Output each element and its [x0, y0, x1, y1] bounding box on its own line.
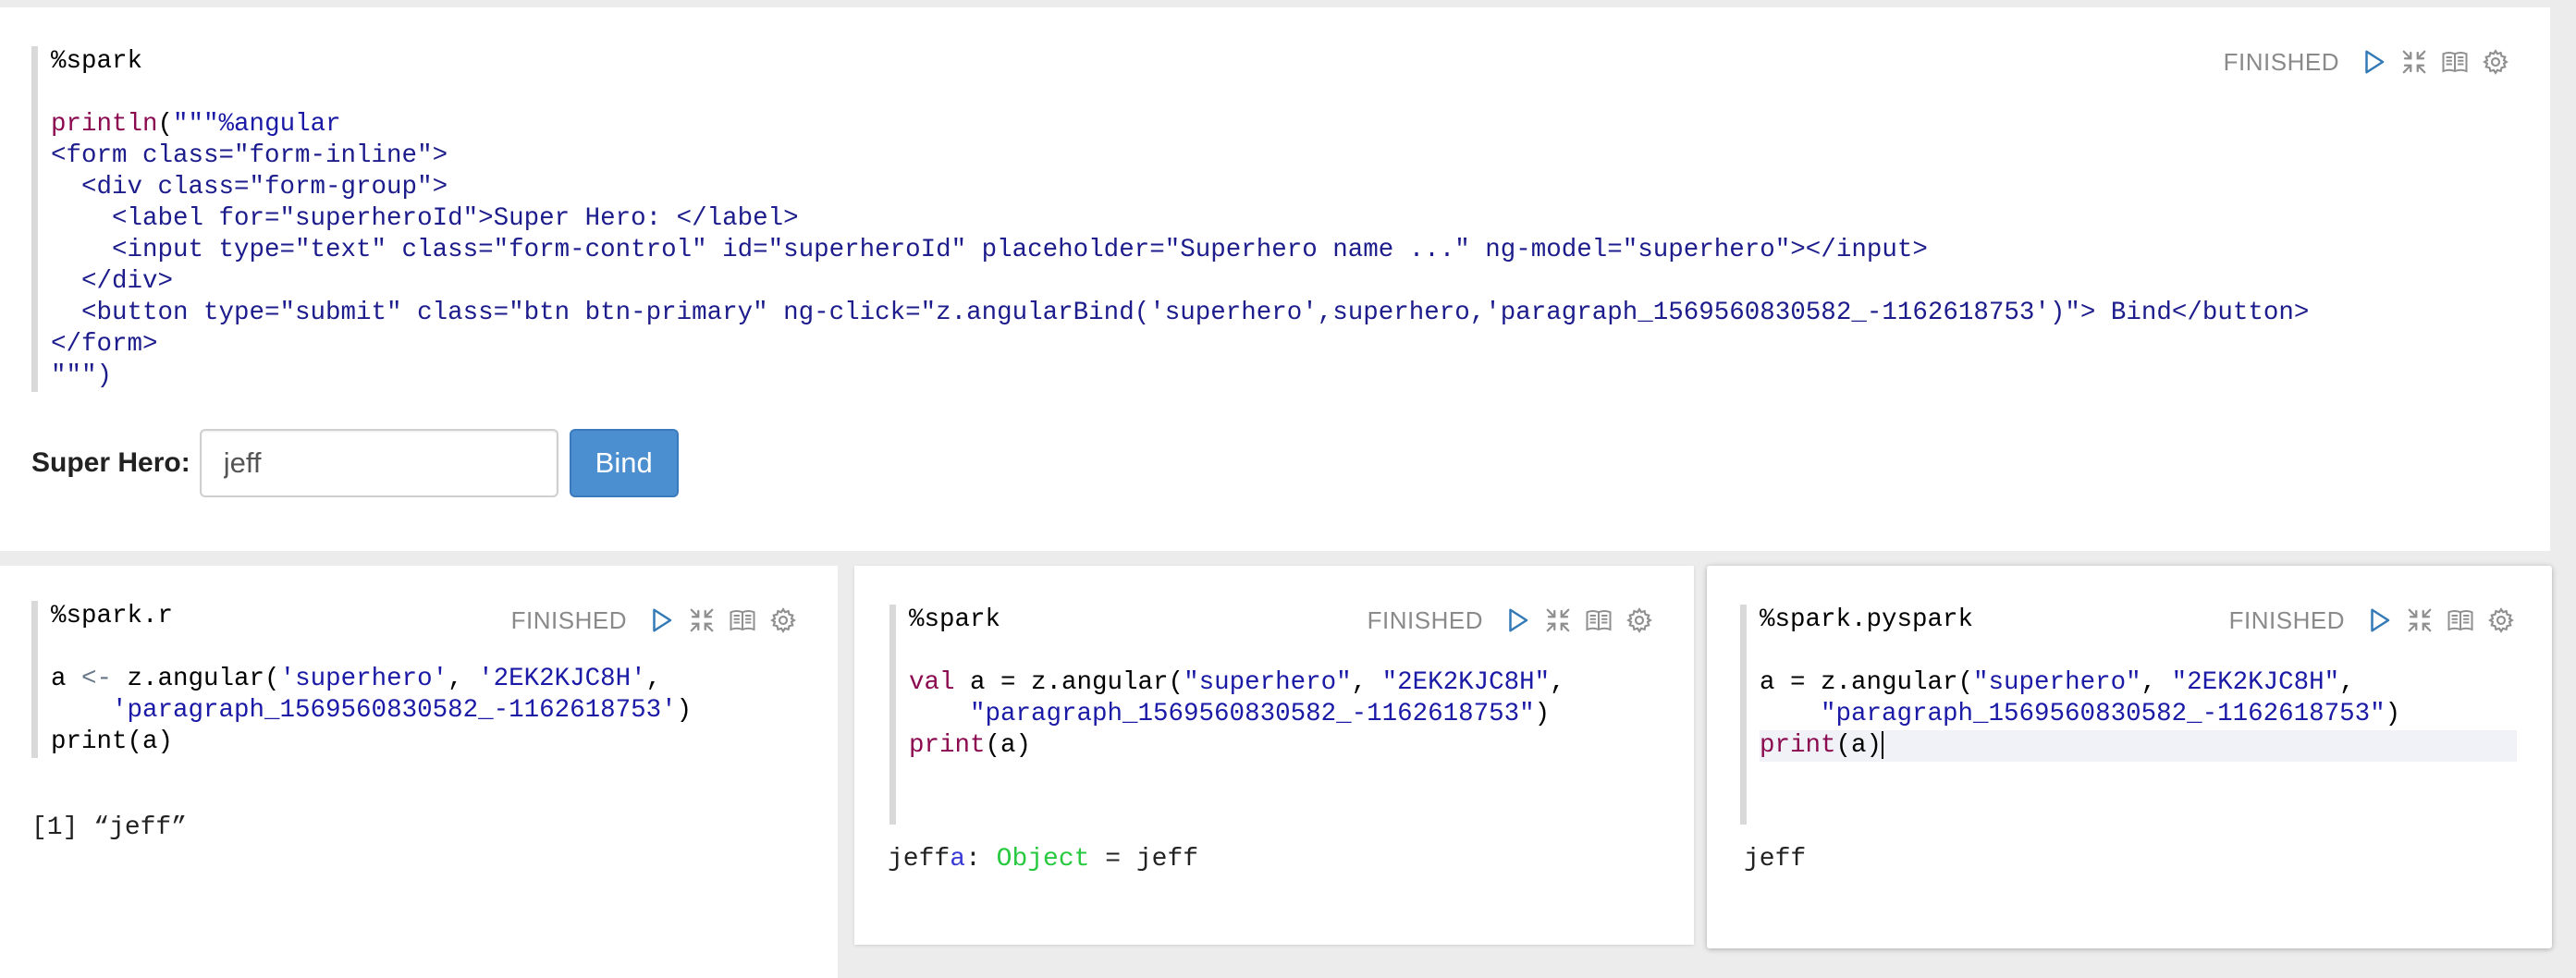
code-line: val a = z.angular("superhero", "2EK2KJC8… — [909, 668, 1565, 697]
code-line: print(a) — [909, 731, 1032, 760]
paragraph-angular-form: FINISHED %spark println("""%angular <for… — [0, 7, 2550, 551]
code-line: "paragraph_1569560830582_-1162618753") — [970, 700, 1551, 728]
code-line: print(a) — [51, 727, 174, 756]
paragraph-spark-r: FINISHED %spark.r a <- z.angular('superh… — [0, 566, 838, 978]
interpreter-line: %spark.pyspark — [1760, 605, 1974, 634]
code-line: <input type="text" class="form-control" … — [51, 236, 1928, 264]
code-line: <div class="form-group"> — [51, 173, 448, 202]
code-line: 'paragraph_1569560830582_-1162618753') — [112, 696, 693, 725]
interpreter-line: %spark.r — [51, 602, 174, 630]
paragraph-spark-scala: FINISHED %spark val a = z.angular("super… — [854, 566, 1694, 945]
code-line: println("""%angular — [51, 110, 341, 139]
code-line: <form class="form-inline"> — [51, 141, 448, 170]
code-line: <button type="submit" class="btn btn-pri… — [51, 299, 2310, 327]
code-editor[interactable]: %spark.r a <- z.angular('superhero', '2E… — [31, 601, 808, 758]
code-editor[interactable]: %spark println("""%angular <form class="… — [31, 46, 2528, 392]
code-line: """) — [51, 361, 113, 390]
superhero-label: Super Hero: — [31, 447, 190, 478]
code-line: <label for="superheroId">Super Hero: </l… — [51, 204, 799, 233]
code-editor[interactable]: %spark.pyspark a = z.angular("superhero"… — [1740, 605, 2517, 825]
superhero-input[interactable] — [199, 429, 558, 497]
code-line: </form> — [51, 330, 158, 359]
superhero-form: Super Hero: Bind — [31, 429, 679, 497]
interpreter-line: %spark — [909, 605, 1001, 634]
paragraph-pyspark: FINISHED %spark.pyspark a = z.angular("s… — [1707, 566, 2552, 948]
code-line: </div> — [51, 267, 174, 296]
code-line: a <- z.angular('superhero', '2EK2KJC8H', — [51, 665, 662, 693]
interpreter-line: %spark — [51, 47, 143, 76]
code-line: "paragraph_1569560830582_-1162618753") — [1821, 700, 2401, 728]
paragraph-output: jeff — [1744, 845, 1807, 874]
paragraph-output: jeffa: Object = jeff — [888, 845, 1199, 874]
code-line: a = z.angular("superhero", "2EK2KJC8H", — [1760, 668, 2355, 697]
paragraph-output: [1] “jeff” — [31, 813, 188, 842]
text-caret — [1882, 730, 1884, 759]
bind-button[interactable]: Bind — [569, 429, 679, 497]
code-line-active: print(a) — [1760, 730, 2517, 762]
code-editor[interactable]: %spark val a = z.angular("superhero", "2… — [889, 605, 1661, 825]
